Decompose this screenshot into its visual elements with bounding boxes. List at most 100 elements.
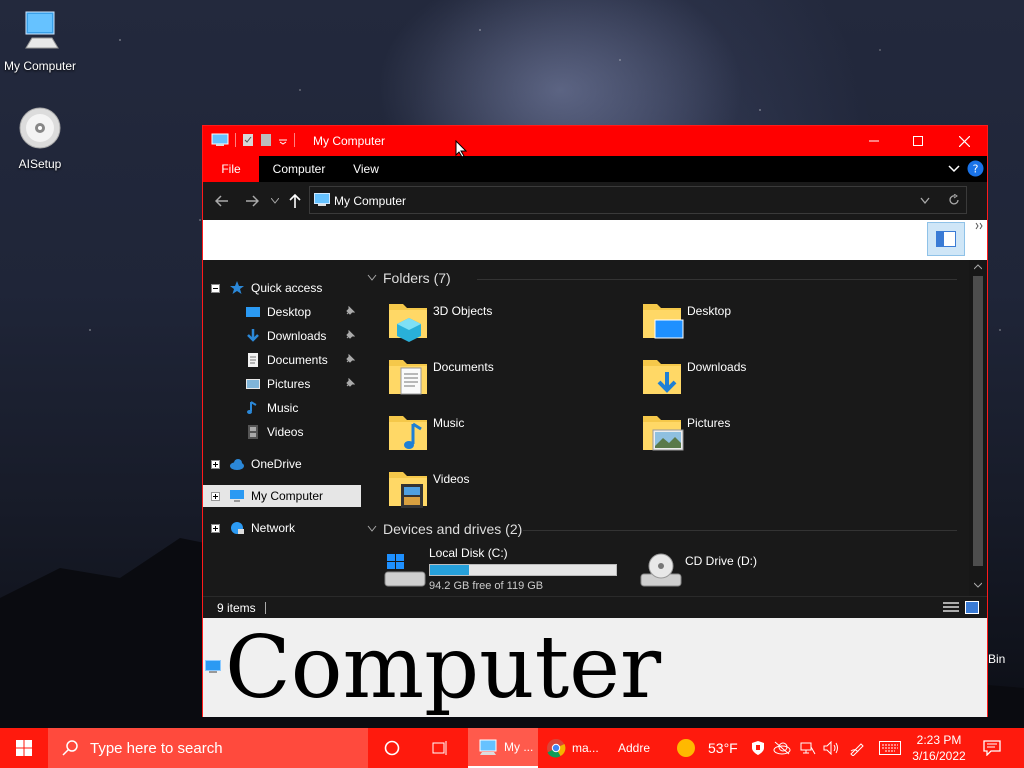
tab-view[interactable]: View [343,156,389,182]
pin-icon[interactable] [345,378,355,388]
nav-this-pc[interactable]: My Computer [203,485,361,507]
computer-icon [211,133,229,146]
task-view-button[interactable] [420,728,460,768]
drive-usage-fill [430,565,470,575]
folder-documents-icon [389,360,427,395]
desktop-icon-my-computer[interactable]: My Computer [0,8,80,73]
nav-network[interactable]: Network [203,517,361,539]
taskbar-app-chrome[interactable]: ma... [540,728,608,768]
close-icon [958,135,970,147]
chrome-icon [547,739,566,758]
pen-workspace-button[interactable] [848,728,868,768]
help-icon[interactable]: ? [967,160,984,177]
onedrive-tray-button[interactable] [772,728,792,768]
nav-item-music[interactable]: Music [203,397,361,419]
nav-item-videos[interactable]: Videos [203,421,361,443]
maximize-button[interactable] [895,126,941,156]
expand-ribbon-icon[interactable] [948,164,960,174]
nav-label: Pictures [267,377,311,391]
windows-logo-icon [16,740,32,756]
expand-toggle-icon[interactable] [211,523,220,533]
pin-icon[interactable] [345,330,355,340]
details-view-icon[interactable] [943,602,959,614]
chevron-right-double-icon[interactable] [975,222,983,230]
address-toolbar[interactable]: Addre [618,728,658,768]
window-title: My Computer [313,134,386,148]
clock[interactable]: 2:23 PM 3/16/2022 [908,728,970,768]
drive-tile-cd-drive[interactable]: CD Drive (D:) [639,546,889,596]
customize-qat-icon[interactable] [278,135,288,145]
tab-file[interactable]: File [203,156,259,182]
search-icon [62,740,78,756]
nav-item-documents[interactable]: Documents [203,349,361,371]
scroll-down-icon[interactable] [974,582,982,588]
preview-pane-button[interactable] [927,222,965,256]
collapse-toggle-icon[interactable] [211,283,220,293]
up-arrow-icon[interactable] [289,194,301,208]
search-placeholder: Type here to search [90,739,223,757]
properties-icon[interactable] [242,133,254,147]
taskbar-search-box[interactable]: Type here to search [48,728,368,768]
title-bar[interactable]: My Computer [203,126,987,156]
new-folder-icon[interactable] [260,133,272,147]
folder-tile-desktop[interactable]: Desktop [641,298,891,348]
back-arrow-icon[interactable] [215,195,229,207]
shield-icon [752,741,764,755]
close-button[interactable] [941,126,987,156]
pin-icon[interactable] [345,306,355,316]
nav-item-pictures[interactable]: Pictures [203,373,361,395]
desktop-icon [246,307,260,317]
group-header-folders[interactable]: Folders (7) [367,270,957,286]
status-bar: 9 items [203,596,987,619]
folder-label: Music [433,416,465,430]
nav-quick-access[interactable]: Quick access [203,277,361,299]
clock-date: 3/16/2022 [912,749,966,763]
scroll-up-icon[interactable] [974,264,982,270]
nav-onedrive[interactable]: OneDrive [203,453,361,475]
music-note-icon [247,401,257,414]
taskbar-app-explorer[interactable]: My ... [468,728,538,768]
address-bar[interactable]: My Computer [309,186,967,214]
folder-tile-downloads[interactable]: Downloads [641,354,891,404]
folder-tile-videos[interactable]: Videos [387,466,637,516]
folder-tile-3d-objects[interactable]: 3D Objects [387,298,637,348]
refresh-icon[interactable] [948,194,960,206]
action-center-button[interactable] [978,728,1006,768]
start-button[interactable] [0,728,48,768]
folder-tile-music[interactable]: Music [387,410,637,460]
network-icon [231,522,244,534]
cortana-button[interactable] [372,728,412,768]
scrollbar-thumb[interactable] [973,276,983,566]
folder-3d-objects-icon [389,304,427,342]
nav-item-desktop[interactable]: Desktop [203,301,361,323]
folder-tile-pictures[interactable]: Pictures [641,410,891,460]
volume-button[interactable] [822,728,842,768]
folder-label: Pictures [687,416,731,430]
expand-toggle-icon[interactable] [211,491,220,501]
content-scrollbar[interactable] [969,260,987,596]
group-header-devices[interactable]: Devices and drives (2) [367,521,957,537]
navigation-pane: Quick access Desktop Downloads Documents… [203,260,361,596]
nav-label: My Computer [251,489,324,503]
security-tray-icon-button[interactable] [748,728,768,768]
forward-arrow-icon[interactable] [245,195,259,207]
drive-label: CD Drive (D:) [685,554,757,568]
folder-tile-documents[interactable]: Documents [387,354,637,404]
nav-item-downloads[interactable]: Downloads [203,325,361,347]
expand-toggle-icon[interactable] [211,459,220,469]
large-icons-view-icon[interactable] [965,601,979,614]
recent-locations-icon[interactable] [271,198,279,204]
network-tray-button[interactable] [798,728,818,768]
tab-computer[interactable]: Computer [263,156,335,182]
ribbon-tabs: File Computer View ? [203,156,987,182]
weather-widget[interactable]: 53°F [676,728,740,768]
desktop-icon-recycle-bin-label[interactable]: Bin [988,652,1005,666]
folder-label: 3D Objects [433,304,493,318]
drive-tile-local-disk[interactable]: Local Disk (C:) 94.2 GB free of 119 GB [383,546,633,596]
pin-icon[interactable] [345,354,355,364]
maximize-icon [913,136,923,146]
desktop-icon-aisetup[interactable]: AISetup [0,106,80,171]
minimize-button[interactable] [851,126,897,156]
touch-keyboard-button[interactable] [878,728,902,768]
address-dropdown-icon[interactable] [920,197,930,205]
